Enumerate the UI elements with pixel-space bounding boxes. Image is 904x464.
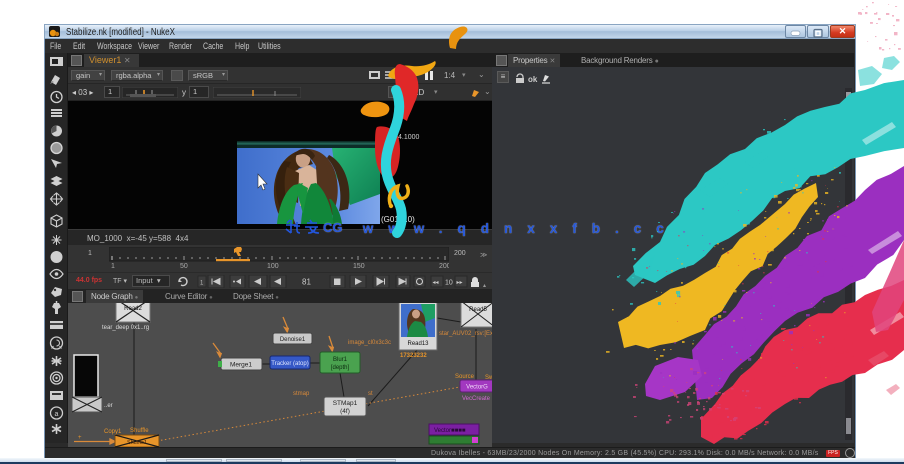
svg-text:+: + (78, 435, 82, 441)
svg-text:stmap: stmap (293, 391, 310, 397)
svg-text:Read13: Read13 (407, 341, 429, 347)
svg-text:Tracker (atop): Tracker (atop) (271, 361, 308, 367)
svg-text:Copy1: Copy1 (104, 429, 122, 435)
svg-text:17323232: 17323232 (400, 353, 427, 359)
svg-text:Read5: Read5 (469, 307, 487, 313)
svg-text:150: 150 (353, 263, 365, 269)
svg-text:VecCreate: VecCreate (462, 396, 491, 402)
svg-text:(4f): (4f) (340, 408, 350, 415)
svg-text:ok: ok (528, 75, 538, 84)
svg-text:0: 0 (54, 253, 59, 263)
svg-text:Shuffle: Shuffle (130, 428, 149, 434)
svg-text:Source: Source (455, 374, 475, 380)
svg-text:▴: ▴ (483, 283, 486, 288)
svg-text:100: 100 (267, 263, 279, 269)
svg-text:50: 50 (180, 263, 188, 269)
svg-text:a: a (55, 411, 59, 418)
svg-text:◂◂: ◂◂ (433, 280, 439, 286)
svg-text:Merge1: Merge1 (230, 362, 252, 369)
svg-text:Denoise1: Denoise1 (280, 337, 306, 343)
svg-text:81: 81 (302, 278, 311, 287)
svg-text:Sw: Sw (485, 375, 492, 381)
svg-text:CG: CG (323, 220, 343, 235)
svg-text:st: st (368, 391, 373, 397)
svg-text:[depth]: [depth] (331, 365, 350, 371)
svg-text:200: 200 (439, 263, 449, 269)
svg-text:image_cl0x3c3c: image_cl0x3c3c (348, 340, 391, 346)
svg-text:..er: ..er (104, 403, 113, 409)
svg-text:Shuffle1: Shuffle1 (127, 440, 147, 446)
svg-text:Blur1: Blur1 (333, 357, 348, 363)
svg-text:tear_deep 0x1..rg: tear_deep 0x1..rg (102, 325, 149, 331)
svg-text:▸▸: ▸▸ (457, 280, 463, 286)
svg-text:STMap1: STMap1 (333, 400, 358, 407)
svg-text:VectorG: VectorG (466, 385, 488, 391)
svg-text:Vector■■■■: Vector■■■■ (434, 428, 466, 434)
svg-text:Read2: Read2 (124, 306, 142, 312)
svg-text:1: 1 (111, 263, 115, 269)
svg-text:10: 10 (445, 280, 453, 287)
svg-text:4.1000: 4.1000 (398, 134, 420, 141)
svg-text:star_AUV02_rsv:[Expr: star_AUV02_rsv:[Expr (439, 331, 492, 337)
